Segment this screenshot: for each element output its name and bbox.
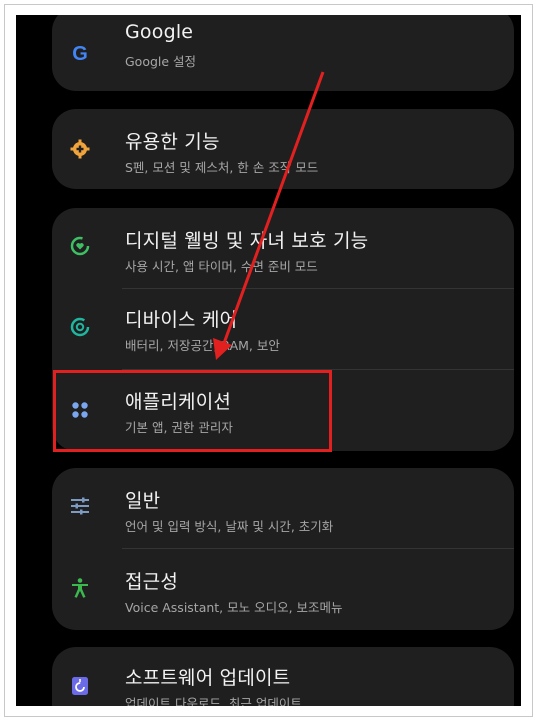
annotation-arrow bbox=[213, 71, 325, 360]
